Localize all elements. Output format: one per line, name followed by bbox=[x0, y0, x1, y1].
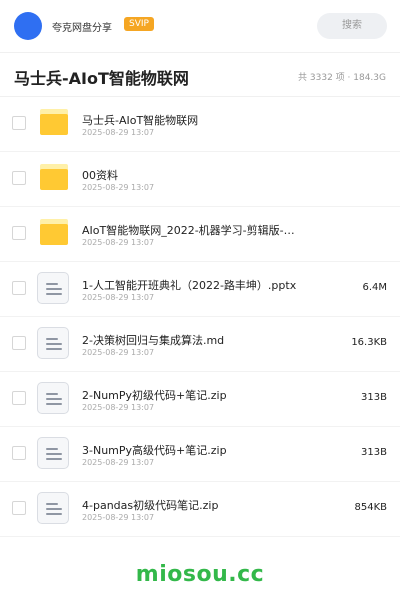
watermark: miosou.cc bbox=[135, 562, 265, 587]
document-icon bbox=[37, 272, 69, 304]
file-date: 2025-08-29 13:07 bbox=[82, 458, 155, 467]
select-checkbox[interactable] bbox=[12, 171, 26, 185]
file-list: 马士兵-AIoT智能物联网 2025-08-29 13:07 00资料 2025-08… bbox=[0, 97, 400, 537]
svip-badge: SVIP bbox=[124, 17, 154, 31]
file-row[interactable]: 2-决策树回归与集成算法.md 2025-08-29 13:07 16.3KB bbox=[0, 317, 400, 372]
file-size: 313B bbox=[361, 447, 387, 458]
file-row[interactable]: 1-人工智能开班典礼（2022-路丰坤）.pptx 2025-08-29 13:0… bbox=[0, 262, 400, 317]
file-date: 2025-08-29 13:07 bbox=[82, 403, 155, 412]
file-date: 2025-08-29 13:07 bbox=[82, 513, 155, 522]
file-name: 3-NumPy高级代码+笔记.zip bbox=[82, 444, 227, 457]
file-size: 313B bbox=[361, 392, 387, 403]
folder-icon bbox=[40, 164, 68, 190]
file-name: 2-决策树回归与集成算法.md bbox=[82, 334, 225, 347]
file-row[interactable]: 00资料 2025-08-29 13:07 bbox=[0, 152, 400, 207]
folder-icon bbox=[40, 109, 68, 135]
file-row[interactable]: 3-NumPy高级代码+笔记.zip 2025-08-29 13:07 313B bbox=[0, 427, 400, 482]
file-date: 2025-08-29 13:07 bbox=[82, 128, 155, 137]
file-name: 4-pandas初级代码笔记.zip bbox=[82, 499, 219, 512]
file-name: 2-NumPy初级代码+笔记.zip bbox=[82, 389, 227, 402]
file-date: 2025-08-29 13:07 bbox=[82, 238, 155, 247]
file-row[interactable]: 2-NumPy初级代码+笔记.zip 2025-08-29 13:07 313B bbox=[0, 372, 400, 427]
file-name: 00资料 bbox=[82, 169, 118, 182]
avatar[interactable] bbox=[14, 12, 42, 40]
file-row[interactable]: 4-pandas初级代码笔记.zip 2025-08-29 13:07 854KB bbox=[0, 482, 400, 537]
folder-stats: 共 3332 项 · 184.3G bbox=[298, 73, 386, 83]
app-name: 夸克网盘分享 bbox=[52, 23, 112, 34]
search-button[interactable]: 搜索 bbox=[317, 13, 387, 39]
file-size: 6.4M bbox=[362, 282, 387, 293]
file-row[interactable]: AIoT智能物联网_2022-机器学习-剪辑版-路… 2025-08-29 13:… bbox=[0, 207, 400, 262]
document-icon bbox=[37, 492, 69, 524]
file-row[interactable]: 马士兵-AIoT智能物联网 2025-08-29 13:07 bbox=[0, 97, 400, 152]
file-size: 854KB bbox=[354, 502, 387, 513]
select-checkbox[interactable] bbox=[12, 336, 26, 350]
document-icon bbox=[37, 382, 69, 414]
file-name: 马士兵-AIoT智能物联网 bbox=[82, 114, 199, 127]
select-checkbox[interactable] bbox=[12, 391, 26, 405]
folder-header: 马士兵-AIoT智能物联网 共 3332 项 · 184.3G bbox=[0, 53, 400, 97]
folder-icon bbox=[40, 219, 68, 245]
file-size: 16.3KB bbox=[351, 337, 387, 348]
file-date: 2025-08-29 13:07 bbox=[82, 183, 155, 192]
top-bar: 夸克网盘分享 SVIP 搜索 bbox=[0, 0, 400, 52]
file-name: AIoT智能物联网_2022-机器学习-剪辑版-路… bbox=[82, 224, 304, 237]
select-checkbox[interactable] bbox=[12, 446, 26, 460]
file-date: 2025-08-29 13:07 bbox=[82, 293, 155, 302]
folder-title: 马士兵-AIoT智能物联网 bbox=[14, 69, 189, 88]
select-checkbox[interactable] bbox=[12, 501, 26, 515]
select-checkbox[interactable] bbox=[12, 226, 26, 240]
file-name: 1-人工智能开班典礼（2022-路丰坤）.pptx bbox=[82, 279, 297, 292]
document-icon bbox=[37, 327, 69, 359]
select-checkbox[interactable] bbox=[12, 116, 26, 130]
select-checkbox[interactable] bbox=[12, 281, 26, 295]
file-date: 2025-08-29 13:07 bbox=[82, 348, 155, 357]
document-icon bbox=[37, 437, 69, 469]
